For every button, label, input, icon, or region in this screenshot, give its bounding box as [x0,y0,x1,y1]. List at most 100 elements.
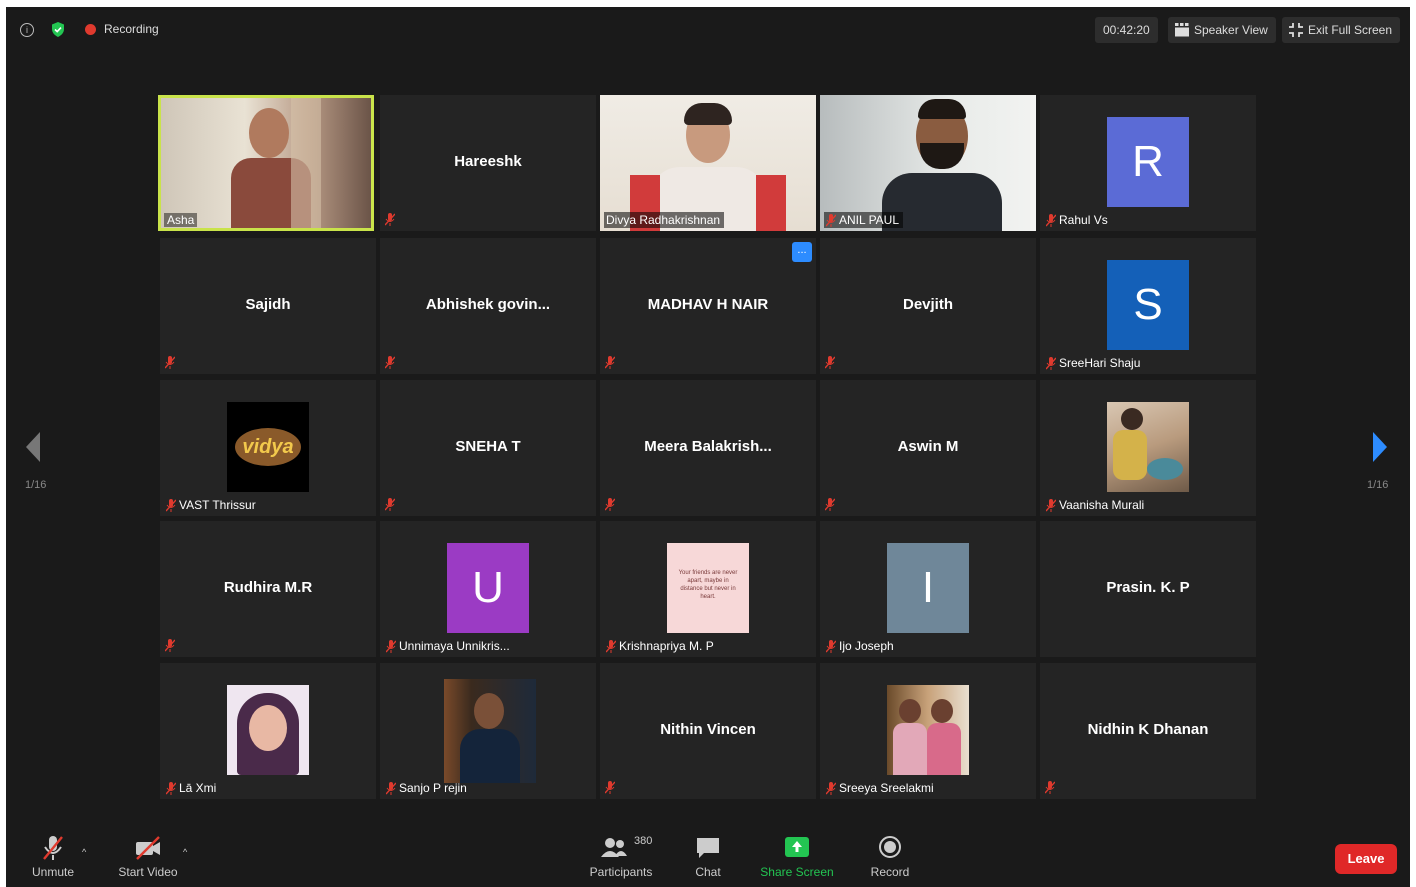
start-video-label: Start Video [118,865,178,879]
participant-avatar: S [1107,260,1189,350]
participant-tile[interactable]: Lā Xmi [160,663,376,799]
participant-tile[interactable]: Sajidh [160,238,376,374]
participant-tile[interactable]: Prasin. K. P [1040,521,1256,657]
participant-tile[interactable]: S SreeHari Shaju [1040,238,1256,374]
participant-display-name: MADHAV H NAIR [647,296,769,313]
participants-label: Participants [589,865,653,879]
info-icon[interactable]: i [20,23,34,37]
muted-mic-icon [1045,781,1055,794]
participant-video [161,98,371,228]
participant-name: Sreeya Sreelakmi [839,781,934,795]
participants-button[interactable]: 380 Participants [586,835,656,879]
exit-fullscreen-button[interactable]: Exit Full Screen [1282,17,1401,43]
participant-avatar: I [887,543,969,633]
participant-tile[interactable]: ... MADHAV H NAIR [600,238,816,374]
participant-tile[interactable]: ANIL PAUL [820,95,1036,231]
participant-tile[interactable]: Nidhin K Dhanan [1040,663,1256,799]
page-indicator-right: 1/16 [1367,479,1389,491]
participant-name: Ijo Joseph [839,639,894,653]
participant-tile[interactable]: Hareeshk [380,95,596,231]
participant-tile[interactable]: Sreeya Sreelakmi [820,663,1036,799]
exit-fullscreen-label: Exit Full Screen [1308,23,1393,37]
participant-profile-picture: Your friends are never apart, maybe in d… [667,543,749,633]
recording-dot-icon [85,24,96,35]
video-off-icon [136,836,160,860]
profile-picture-text: Your friends are never apart, maybe in d… [678,570,738,600]
participant-tile[interactable]: SNEHA T [380,380,596,516]
participant-name: Rahul Vs [1059,213,1108,227]
participant-tile[interactable]: Vaanisha Murali [1040,380,1256,516]
next-page-arrow-icon[interactable] [1373,432,1387,462]
muted-mic-icon [825,356,835,369]
muted-mic-icon [826,781,836,795]
participant-tile[interactable]: Asha [158,95,374,231]
participant-tile[interactable]: R Rahul Vs [1040,95,1256,231]
share-screen-button[interactable]: Share Screen [758,835,836,879]
start-video-button[interactable]: Start Video [114,835,182,879]
participant-display-name: Sajidh [245,296,291,313]
unmute-label: Unmute [31,865,75,879]
participant-name-label: Krishnapriya M. P [604,638,718,654]
speaker-view-icon [1175,23,1189,37]
leave-meeting-button[interactable]: Leave [1335,844,1397,874]
zoom-meeting-window: i Recording 00:42:20 Speaker View Exit F… [6,7,1410,887]
muted-mic-icon [386,781,396,795]
participant-video [820,95,1036,231]
participant-tile[interactable]: Divya Radhakrishnan [600,95,816,231]
participant-tile[interactable]: I Ijo Joseph [820,521,1036,657]
participant-tile[interactable]: Your friends are never apart, maybe in d… [600,521,816,657]
participant-profile-picture: vidya [227,402,309,492]
participant-tile[interactable]: vidya VAST Thrissur [160,380,376,516]
participant-tile[interactable]: Sanjo P rejin [380,663,596,799]
muted-mic-icon [1046,213,1056,227]
participant-name-label: Ijo Joseph [824,638,898,654]
participant-tile[interactable]: Rudhira M.R [160,521,376,657]
record-icon [879,836,901,858]
share-screen-label: Share Screen [760,865,834,879]
meeting-controls-bar: Unmute ^ Start Video ^ 380 Participants [6,823,1410,887]
top-bar: i Recording 00:42:20 Speaker View Exit F… [6,7,1410,53]
participant-display-name: Hareeshk [454,153,522,170]
participant-display-name: Abhishek govin... [425,296,551,313]
muted-mic-icon [605,781,615,794]
participant-tile[interactable]: Nithin Vincen [600,663,816,799]
audio-options-chevron-up-icon[interactable]: ^ [82,847,86,857]
participant-name: Krishnapriya M. P [619,639,714,653]
meeting-timer: 00:42:20 [1095,17,1158,43]
muted-mic-icon [825,498,835,511]
participant-tile[interactable]: Aswin M [820,380,1036,516]
record-label: Record [870,865,910,879]
unmute-button[interactable]: Unmute [24,835,82,879]
participant-tile[interactable]: Devjith [820,238,1036,374]
participant-display-name: SNEHA T [455,438,521,455]
participant-name: Sanjo P rejin [399,781,467,795]
speaker-view-button[interactable]: Speaker View [1168,17,1276,43]
participants-icon [601,838,627,857]
previous-page-arrow-icon[interactable] [26,432,40,462]
muted-mic-icon [166,498,176,512]
participant-profile-picture [227,685,309,775]
share-screen-arrow-icon [785,837,809,857]
more-options-button[interactable]: ... [792,242,812,262]
participant-avatar: U [447,543,529,633]
participant-name: Unnimaya Unnikris... [399,639,510,653]
participant-profile-picture [444,679,536,783]
participant-name-label: Divya Radhakrishnan [604,212,725,228]
record-button[interactable]: Record [866,835,914,879]
encryption-shield-icon[interactable] [51,22,65,37]
chat-button[interactable]: Chat [688,835,728,879]
video-options-chevron-up-icon[interactable]: ^ [183,847,187,857]
participant-tile[interactable]: Meera Balakrish... [600,380,816,516]
exit-fullscreen-icon [1289,23,1303,37]
muted-mic-icon [606,639,616,653]
participant-profile-picture [887,685,969,775]
participant-name: Lā Xmi [179,781,217,795]
participant-tile[interactable]: U Unnimaya Unnikris... [380,521,596,657]
participants-count: 380 [634,835,653,847]
participant-video [600,95,816,231]
participant-name-label: Rahul Vs [1044,212,1112,228]
participant-name-label: Vaanisha Murali [1044,497,1148,513]
participant-tile[interactable]: Abhishek govin... [380,238,596,374]
recording-label: Recording [104,22,159,36]
participant-name-label: Sanjo P rejin [384,780,471,796]
